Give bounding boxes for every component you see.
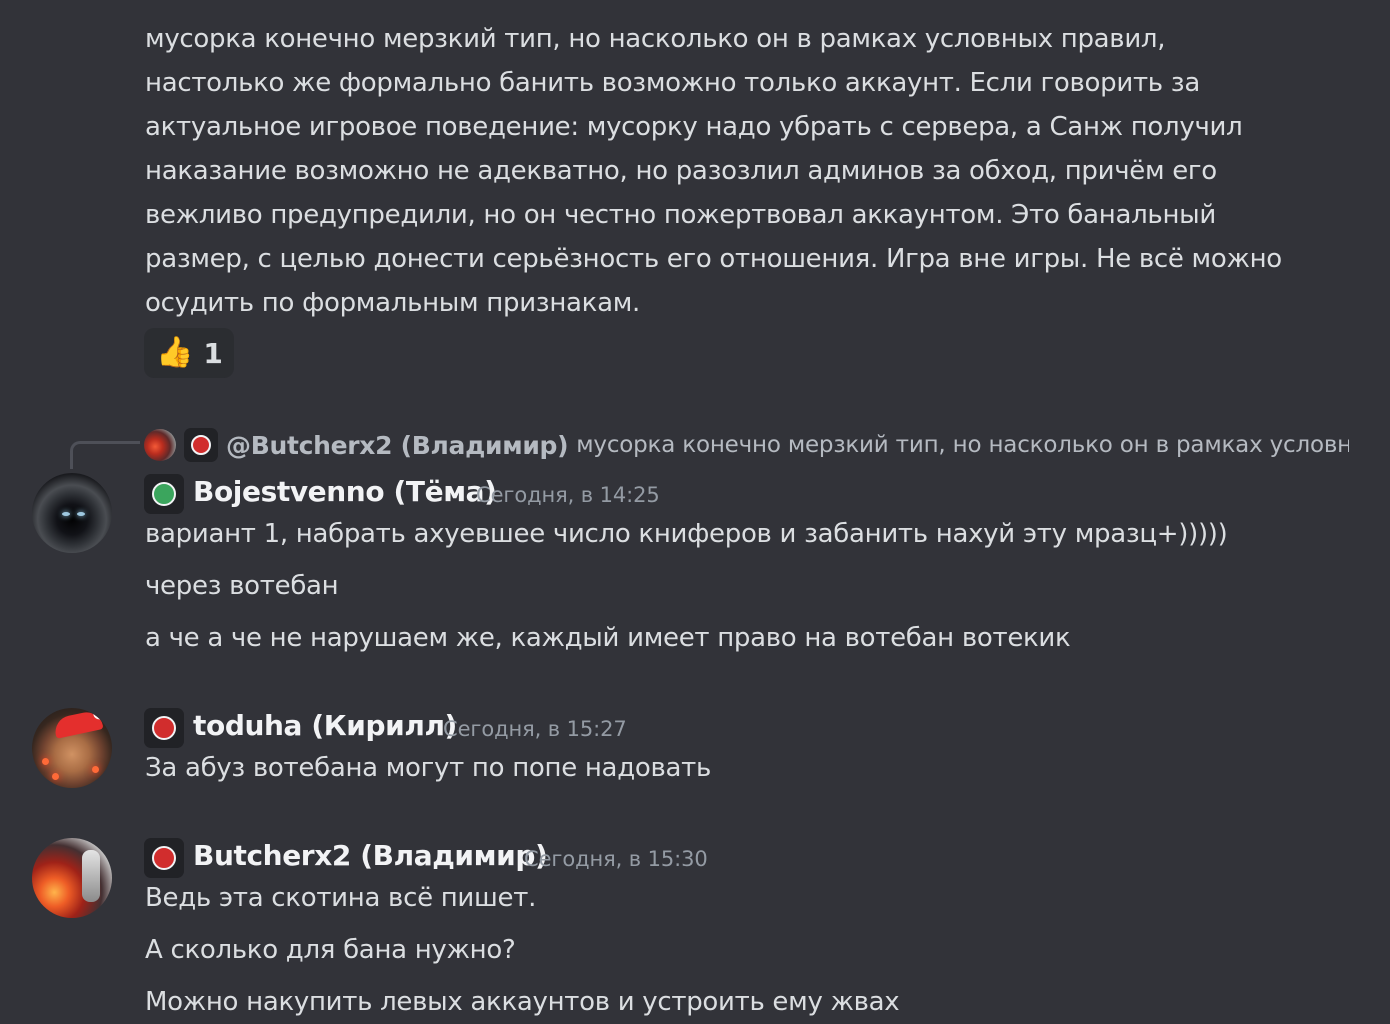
message-text-line: наказание возможно не адекватно, но разо… bbox=[145, 156, 1217, 186]
reply-connector bbox=[70, 441, 140, 469]
timestamp: Сегодня, в 14:25 bbox=[476, 483, 660, 507]
thumbs-up-icon: 👍 bbox=[156, 335, 194, 370]
reply-preview[interactable]: @Butcherx2 (Владимир) мусорка конечно ме… bbox=[144, 427, 1349, 463]
username[interactable]: Butcherx2 (Владимир) bbox=[193, 839, 548, 872]
message-text-line: Можно накупить левых аккаунтов и устроит… bbox=[145, 987, 900, 1017]
santa-hat-icon bbox=[52, 709, 104, 739]
reaction-count: 1 bbox=[203, 336, 223, 370]
chat-message-list: мусорка конечно мерзкий тип, но наскольк… bbox=[0, 0, 1390, 1024]
eye-icon bbox=[62, 512, 70, 516]
reply-avatar bbox=[144, 429, 176, 461]
reaction-pill[interactable]: 👍 1 bbox=[144, 328, 234, 378]
avatar[interactable] bbox=[32, 838, 112, 918]
message-text-line: мусорка конечно мерзкий тип, но наскольк… bbox=[145, 24, 1166, 54]
timestamp: Сегодня, в 15:27 bbox=[443, 717, 627, 741]
role-icon-box bbox=[144, 838, 184, 878]
role-icon-box bbox=[144, 474, 184, 514]
message-text-line: вариант 1, набрать ахуевшее число книфер… bbox=[145, 519, 1228, 549]
sparkle-icon bbox=[52, 773, 59, 780]
message-text-line: вежливо предупредили, но он честно пожер… bbox=[145, 200, 1216, 230]
reply-username[interactable]: @Butcherx2 (Владимир) bbox=[226, 431, 569, 460]
message-text-line: настолько же формально банить возможно т… bbox=[145, 68, 1200, 98]
timestamp: Сегодня, в 15:30 bbox=[524, 847, 708, 871]
username[interactable]: Bojestvenno (Тёма) bbox=[193, 475, 497, 508]
role-icon-box bbox=[184, 428, 218, 462]
avatar[interactable] bbox=[32, 708, 112, 788]
username[interactable]: toduha (Кирилл) bbox=[193, 709, 457, 742]
red-role-icon bbox=[152, 716, 176, 740]
green-role-icon bbox=[152, 482, 176, 506]
sparkle-icon bbox=[92, 766, 99, 773]
red-role-icon bbox=[152, 846, 176, 870]
message-text-line: через вотебан bbox=[145, 571, 339, 601]
message-text-line: За абуз вотебана могут по попе надовать bbox=[145, 753, 712, 783]
message-text-line: А сколько для бана нужно? bbox=[145, 935, 516, 965]
sparkle-icon bbox=[42, 758, 49, 765]
message-text-line: актуальное игровое поведение: мусорку на… bbox=[145, 112, 1243, 142]
role-icon-box bbox=[144, 708, 184, 748]
reply-snippet[interactable]: мусорка конечно мерзкий тип, но наскольк… bbox=[576, 432, 1349, 458]
message-text-line: а че а че не нарушаем же, каждый имеет п… bbox=[145, 623, 1071, 653]
eye-icon bbox=[77, 512, 85, 516]
message-text-line: размер, с целью донести серьёзность его … bbox=[145, 244, 1282, 274]
message-text-line: Ведь эта скотина всё пишет. bbox=[145, 883, 537, 913]
message-text-line: осудить по формальным признакам. bbox=[145, 288, 640, 318]
red-role-icon bbox=[191, 435, 211, 455]
character-figure bbox=[82, 850, 100, 902]
avatar[interactable] bbox=[32, 473, 112, 553]
